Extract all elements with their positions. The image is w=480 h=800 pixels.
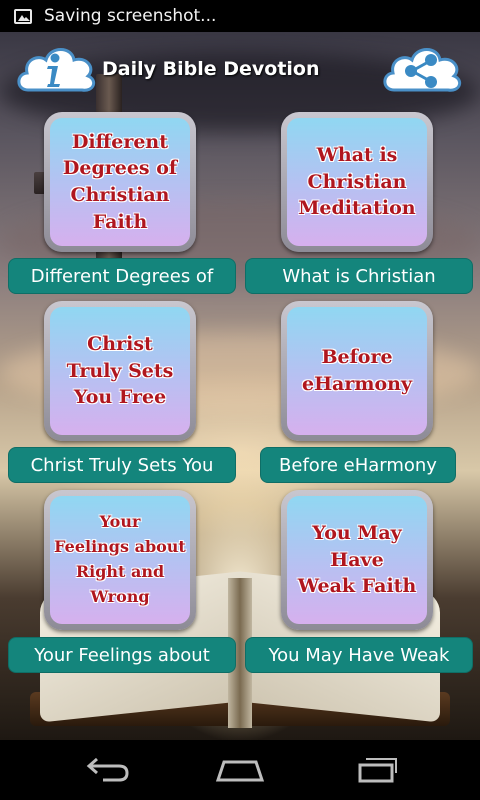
devotion-label-3[interactable]: Christ Truly Sets You — [8, 447, 236, 483]
share-button[interactable] — [380, 40, 462, 96]
devotion-label-1[interactable]: Different Degrees of — [8, 258, 236, 294]
devotion-label-4[interactable]: Before eHarmony — [260, 447, 456, 483]
devotion-label-6[interactable]: You May Have Weak — [245, 637, 473, 673]
image-icon — [14, 8, 32, 24]
recents-icon — [358, 758, 397, 783]
tile-title: You May Have Weak Faith — [297, 522, 417, 598]
share-icon — [405, 54, 437, 88]
info-icon — [47, 53, 60, 87]
tile-title: What is Christian Meditation — [298, 144, 416, 220]
devotion-tile-4[interactable]: Before eHarmony — [281, 301, 433, 441]
devotion-label-2[interactable]: What is Christian — [245, 258, 473, 294]
devotion-tile-3[interactable]: Christ Truly Sets You Free — [44, 301, 196, 441]
navigation-bar — [0, 740, 480, 800]
status-text: Saving screenshot... — [44, 6, 217, 26]
home-button[interactable] — [208, 750, 272, 790]
back-button[interactable] — [74, 750, 138, 790]
info-button[interactable] — [14, 40, 96, 96]
devotion-tile-6[interactable]: You May Have Weak Faith — [281, 490, 433, 630]
devotion-tile-2[interactable]: What is Christian Meditation — [281, 112, 433, 252]
status-bar: Saving screenshot... — [0, 0, 480, 32]
tile-title: Christ Truly Sets You Free — [66, 333, 174, 409]
tile-title: Different Degrees of Christian Faith — [62, 130, 178, 233]
home-icon — [215, 760, 265, 782]
back-icon — [86, 757, 129, 782]
tile-title: Before eHarmony — [302, 346, 412, 395]
devotion-label-5[interactable]: Your Feelings about — [8, 637, 236, 673]
recents-button[interactable] — [342, 750, 406, 790]
devotion-tile-1[interactable]: Different Degrees of Christian Faith — [44, 112, 196, 252]
devotion-tile-5[interactable]: Your Feelings about Right and Wrong — [44, 490, 196, 630]
tile-title: Your Feelings about Right and Wrong — [54, 512, 186, 606]
app-title: Daily Bible Devotion — [102, 58, 320, 80]
